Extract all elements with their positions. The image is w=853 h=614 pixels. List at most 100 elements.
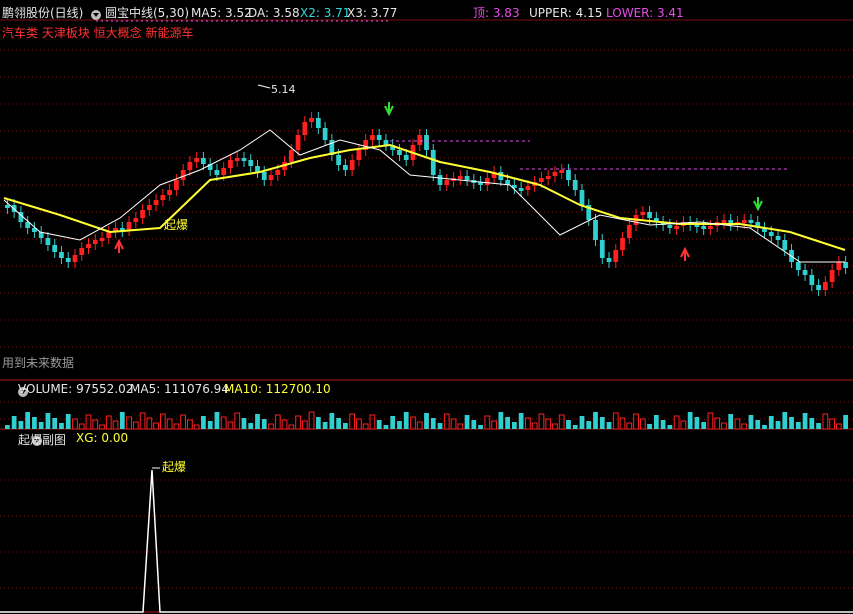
candle-body: [295, 135, 301, 150]
candle-body: [65, 258, 71, 262]
candle-body: [356, 150, 362, 160]
volume-bar: [789, 417, 794, 429]
candle-body: [322, 128, 328, 140]
lower-value: LOWER: 3.41: [606, 6, 684, 20]
candle-body: [424, 135, 429, 150]
volume-bar: [728, 414, 734, 429]
volume-bar: [721, 422, 727, 430]
volume-bar: [281, 419, 288, 430]
candle-body: [613, 250, 619, 262]
candle-body: [126, 222, 132, 230]
volume-bar: [424, 413, 429, 429]
candle-body: [5, 205, 10, 208]
candle-body: [775, 236, 781, 240]
volume-bar: [201, 416, 206, 429]
candle-body: [194, 158, 200, 162]
volume-bar: [667, 425, 673, 429]
volume-bar: [572, 425, 578, 429]
volume-bar: [586, 421, 592, 429]
volume-bar: [430, 418, 436, 429]
dropdown-icon[interactable]: [91, 10, 101, 20]
candle-body: [343, 165, 348, 170]
da-value: DA: 3.58: [248, 6, 300, 20]
volume-bar: [301, 420, 308, 430]
volume-bar: [593, 412, 598, 429]
candle-body: [255, 166, 260, 172]
chart-canvas[interactable]: [0, 0, 853, 614]
volume-bar: [274, 414, 281, 430]
candle-body: [309, 118, 314, 122]
candle-body: [545, 176, 551, 179]
volume-ma5: MA5: 111076.94: [130, 382, 229, 396]
volume-bar: [653, 415, 659, 429]
volume-bar: [295, 415, 301, 430]
candle-body: [768, 232, 774, 236]
volume-bar: [660, 420, 666, 429]
candle-body: [484, 178, 490, 185]
volume-bar: [599, 417, 605, 429]
future-data-note: 用到未来数据: [2, 356, 75, 370]
volume-bar: [369, 414, 376, 430]
volume-bar: [538, 413, 545, 430]
candle-body: [167, 190, 172, 195]
subchart-signal-label: 起爆: [162, 460, 187, 474]
subchart-title[interactable]: 起爆副图: [18, 431, 66, 448]
volume-bar: [362, 423, 369, 430]
volume-bar: [491, 420, 497, 430]
volume-bar: [78, 423, 85, 430]
volume-bar: [193, 424, 200, 430]
volume-bar: [126, 416, 132, 430]
concept-tags: 汽车类 天津板块 恒大概念 新能源车: [2, 26, 194, 40]
candle-body: [383, 140, 389, 145]
volume-bar: [782, 412, 788, 429]
indicator-name[interactable]: 圆宝中线(5,30): [105, 5, 189, 21]
volume-bar: [390, 416, 396, 429]
candle-body: [674, 226, 679, 229]
candle-body: [214, 170, 220, 175]
volume-bar: [619, 417, 626, 430]
volume-bar: [694, 417, 700, 429]
volume-bar: [59, 423, 64, 429]
candle-body: [647, 212, 652, 218]
candle-body: [376, 135, 382, 140]
volume-bar: [498, 412, 504, 429]
volume-bar: [119, 412, 125, 429]
volume-bar: [680, 420, 687, 430]
candle-body: [437, 175, 443, 185]
xg-value: XG: 0.00: [76, 431, 129, 445]
volume-bar: [639, 418, 646, 430]
volume-bar: [566, 420, 571, 429]
volume-bar: [835, 423, 842, 430]
volume-bar: [336, 418, 341, 429]
candle-body: [552, 172, 558, 176]
candle-body: [593, 220, 598, 240]
volume-bar: [349, 413, 356, 430]
candle-body: [261, 172, 267, 180]
candle-body: [72, 255, 78, 262]
volume-bar: [748, 415, 754, 429]
volume-bar: [633, 413, 639, 430]
volume-bar: [227, 421, 234, 430]
candle-body: [315, 118, 321, 128]
volume-bar: [376, 420, 382, 429]
volume-bar: [762, 425, 767, 429]
candle-body: [79, 248, 85, 255]
volume-bar: [159, 413, 166, 430]
volume-bar: [234, 412, 241, 430]
ma5-value: MA5: 3.52: [191, 6, 252, 20]
volume-bar: [146, 417, 153, 430]
volume-bar: [343, 423, 348, 429]
volume-bar: [707, 412, 714, 430]
candle-body: [829, 270, 835, 282]
candle-body: [802, 270, 808, 275]
volume-bar: [322, 422, 328, 429]
volume-bar: [457, 423, 464, 430]
candle-body: [525, 186, 531, 190]
volume-bar: [248, 423, 254, 429]
candle-body: [397, 150, 402, 155]
high-price-label: 5.14: [271, 83, 296, 96]
candle-body: [153, 200, 159, 205]
candle-body: [59, 252, 64, 258]
volume-bar: [795, 422, 801, 429]
volume-bar: [484, 415, 491, 430]
